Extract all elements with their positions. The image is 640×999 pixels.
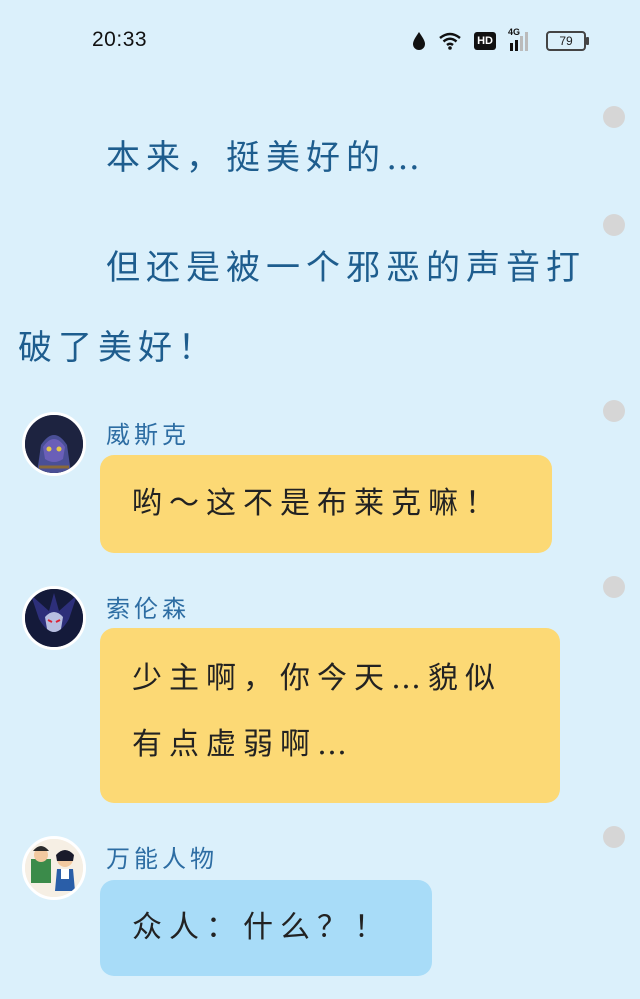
side-dot[interactable] — [603, 106, 625, 128]
message-text: 有点虚弱啊… — [132, 727, 354, 762]
avatar[interactable] — [22, 586, 86, 650]
sender-name: 万能人物 — [106, 845, 218, 873]
signal-icon: 4G — [508, 27, 534, 51]
status-icons: HD 4G 79 — [412, 26, 589, 56]
narration-line-2: 但还是被一个邪恶的声音打 — [106, 248, 586, 288]
sender-name: 威斯克 — [106, 421, 190, 449]
message-text: 众人：什么？！ — [132, 910, 391, 945]
side-dot[interactable] — [603, 400, 625, 422]
wifi-icon — [439, 32, 461, 50]
side-dot[interactable] — [603, 214, 625, 236]
battery-icon: 79 — [546, 31, 589, 51]
side-dot[interactable] — [603, 576, 625, 598]
narration-line-1: 本来，挺美好的… — [106, 138, 426, 178]
avatar[interactable] — [22, 412, 86, 476]
chat-bubble: 少主啊，你今天…貌似 有点虚弱啊… — [100, 628, 560, 803]
chat-bubble: 众人：什么？！ — [100, 880, 432, 976]
message-text: 少主啊，你今天…貌似 — [132, 661, 502, 696]
status-time: 20:33 — [92, 28, 148, 51]
side-dot[interactable] — [603, 826, 625, 848]
hd-icon: HD — [474, 32, 496, 50]
status-bar: 20:33 HD 4G 79 — [0, 0, 640, 80]
chat-bubble: 哟～这不是布莱克嘛！ — [100, 455, 552, 553]
narration-line-3: 破了美好！ — [18, 328, 218, 368]
drop-icon — [413, 32, 426, 50]
sender-name: 索伦森 — [106, 595, 190, 623]
avatar[interactable] — [22, 836, 86, 900]
message-text: 哟～这不是布莱克嘛！ — [132, 486, 502, 521]
